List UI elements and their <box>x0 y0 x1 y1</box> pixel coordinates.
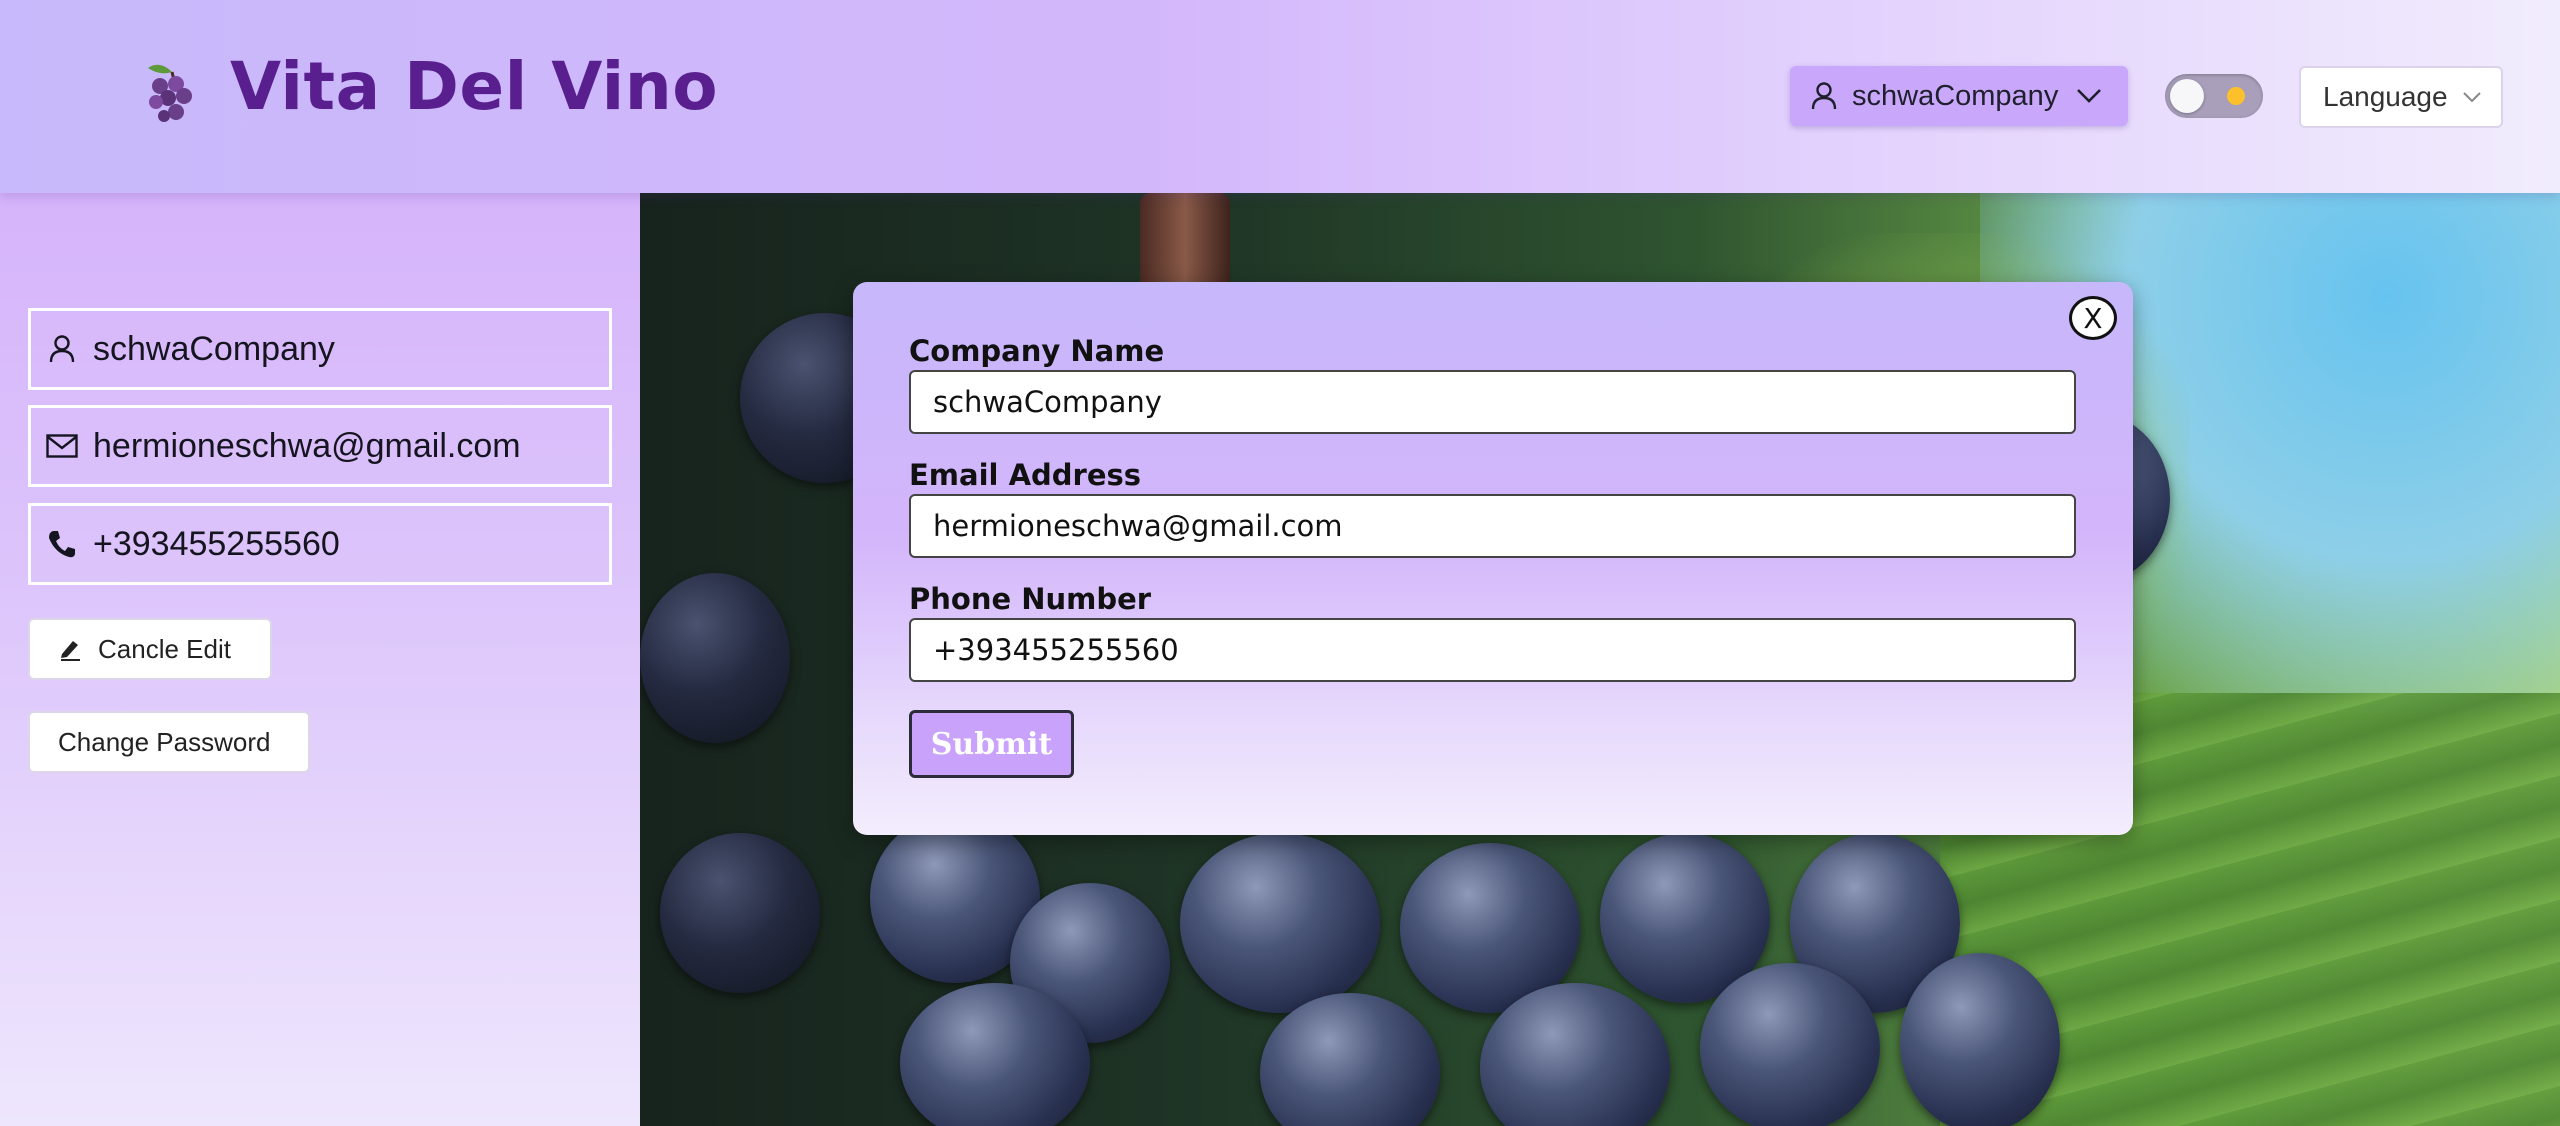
grape <box>660 833 820 993</box>
phone-number-input[interactable] <box>909 618 2076 682</box>
change-password-label: Change Password <box>58 726 271 757</box>
profile-email: hermioneschwa@gmail.com <box>93 426 521 465</box>
company-name-input[interactable] <box>909 370 2076 434</box>
grape <box>640 573 790 743</box>
grapes-icon <box>148 64 192 122</box>
submit-button[interactable]: Submit <box>909 710 1074 778</box>
theme-toggle[interactable] <box>2165 74 2263 118</box>
phone-number-label: Phone Number <box>909 582 1152 616</box>
profile-email-box: hermioneschwa@gmail.com <box>28 405 612 487</box>
grape <box>1180 833 1380 1013</box>
cancel-edit-label: Cancle Edit <box>98 633 231 664</box>
grape <box>1700 963 1880 1126</box>
profile-username: schwaCompany <box>93 329 335 368</box>
top-header: Vita Del Vino schwaCompany Language <box>0 0 2560 193</box>
chevron-down-icon <box>2077 89 2102 103</box>
profile-phone: +393455255560 <box>93 524 340 563</box>
phone-icon <box>45 527 79 561</box>
profile-sidebar: schwaCompany hermioneschwa@gmail.com +39… <box>0 193 640 1126</box>
company-name-label: Company Name <box>909 334 1165 368</box>
pencil-icon <box>58 637 82 661</box>
close-modal-button[interactable]: X <box>2069 296 2117 340</box>
chevron-down-icon <box>2462 92 2481 103</box>
profile-phone-box: +393455255560 <box>28 503 612 585</box>
sun-icon <box>2227 87 2245 105</box>
user-icon <box>45 332 79 366</box>
profile-username-box: schwaCompany <box>28 308 612 390</box>
language-label: Language <box>2323 81 2448 112</box>
user-menu-button[interactable]: schwaCompany <box>1790 66 2128 126</box>
toggle-knob <box>2170 79 2204 113</box>
edit-profile-modal: X Company Name Email Address Phone Numbe… <box>853 282 2133 835</box>
brand-title[interactable]: Vita Del Vino <box>230 48 718 125</box>
user-icon <box>1811 82 1837 110</box>
mail-icon <box>45 429 79 463</box>
language-select[interactable]: Language <box>2299 66 2503 128</box>
grape <box>1900 953 2060 1126</box>
change-password-button[interactable]: Change Password <box>28 711 310 773</box>
user-menu-label: schwaCompany <box>1852 79 2059 112</box>
cancel-edit-button[interactable]: Cancle Edit <box>28 618 272 680</box>
email-address-label: Email Address <box>909 458 1142 492</box>
grape <box>1260 993 1440 1126</box>
email-address-input[interactable] <box>909 494 2076 558</box>
